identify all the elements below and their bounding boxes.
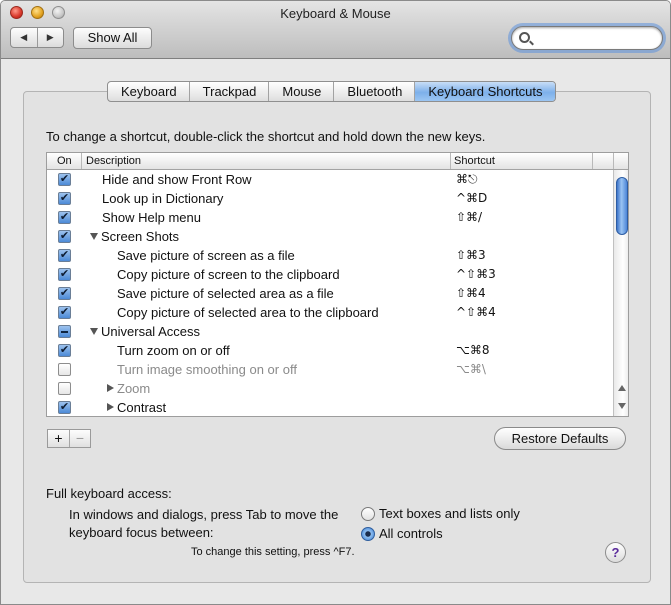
- show-all-button[interactable]: Show All: [73, 27, 152, 49]
- row-description: Hide and show Front Row: [102, 172, 252, 187]
- row-description: Screen Shots: [101, 229, 180, 244]
- forward-button[interactable]: ▶: [36, 28, 64, 47]
- search-input[interactable]: [532, 29, 658, 47]
- column-divider: [450, 153, 451, 169]
- row-description: Save picture of selected area as a file: [117, 286, 334, 301]
- row-shortcut[interactable]: ⇧⌘3: [456, 246, 486, 265]
- disclosure-closed-icon[interactable]: [107, 384, 114, 392]
- preferences-window: Keyboard & Mouse ◀ ▶ Show All Keyboard T…: [0, 0, 671, 605]
- tab-mouse[interactable]: Mouse: [268, 82, 333, 101]
- row-description: Universal Access: [101, 324, 200, 339]
- row-checkbox[interactable]: ✔: [58, 344, 71, 357]
- help-button[interactable]: ?: [605, 542, 626, 563]
- disclosure-closed-icon[interactable]: [107, 403, 114, 411]
- row-description: Copy picture of screen to the clipboard: [117, 267, 340, 282]
- keyboard-access-footnote: To change this setting, press ^F7.: [191, 546, 355, 558]
- table-row[interactable]: ✔ Copy picture of selected area to the cl…: [47, 303, 613, 322]
- table-row[interactable]: Zoom: [47, 379, 613, 398]
- row-checkbox[interactable]: ✔: [58, 211, 71, 224]
- tab-keyboard-shortcuts[interactable]: Keyboard Shortcuts: [414, 82, 555, 101]
- row-shortcut[interactable]: ⌥⌘\: [456, 360, 486, 379]
- tab-bluetooth[interactable]: Bluetooth: [333, 82, 414, 101]
- row-description: Turn image smoothing on or off: [117, 362, 297, 377]
- radio-label-all-controls[interactable]: All controls: [379, 525, 443, 543]
- back-forward-group: ◀ ▶: [10, 27, 64, 48]
- tab-trackpad[interactable]: Trackpad: [188, 82, 269, 101]
- tab-bar: Keyboard Trackpad Mouse Bluetooth Keyboa…: [107, 81, 556, 102]
- table-row[interactable]: ✔ Hide and show Front Row ⌘⎋: [47, 170, 613, 189]
- search-field[interactable]: [511, 26, 663, 50]
- row-checkbox[interactable]: ✔: [58, 249, 71, 262]
- row-checkbox[interactable]: [58, 325, 71, 338]
- back-button[interactable]: ◀: [11, 28, 37, 47]
- add-shortcut-button[interactable]: +: [48, 430, 69, 447]
- row-description: Turn zoom on or off: [117, 343, 230, 358]
- row-description: Look up in Dictionary: [102, 191, 224, 206]
- scroll-down-arrow-icon[interactable]: [618, 403, 626, 409]
- table-row[interactable]: ✔ Show Help menu ⇧⌘/: [47, 208, 613, 227]
- row-shortcut[interactable]: ⌘⎋: [456, 170, 478, 189]
- row-shortcut[interactable]: ⇧⌘/: [456, 208, 482, 227]
- row-checkbox[interactable]: ✔: [58, 230, 71, 243]
- disclosure-open-icon[interactable]: [90, 328, 98, 335]
- row-shortcut[interactable]: ⇧⌘4: [456, 284, 486, 303]
- table-header: On Description Shortcut: [47, 153, 628, 170]
- scrollbar-thumb[interactable]: [616, 177, 628, 235]
- row-shortcut[interactable]: ^⇧⌘4: [456, 303, 496, 322]
- remove-shortcut-button[interactable]: −: [69, 430, 90, 447]
- table-rows: ✔ Hide and show Front Row ⌘⎋ ✔ Look up in Di…: [47, 170, 613, 416]
- column-header-shortcut[interactable]: Shortcut: [454, 154, 495, 168]
- table-row[interactable]: ✔ Turn zoom on or off ⌥⌘8: [47, 341, 613, 360]
- tab-keyboard[interactable]: Keyboard: [108, 82, 189, 101]
- instruction-text: To change a shortcut, double-click the s…: [46, 129, 486, 144]
- row-checkbox[interactable]: ✔: [58, 173, 71, 186]
- vertical-scrollbar[interactable]: [613, 170, 628, 416]
- search-icon: [519, 32, 530, 43]
- column-divider: [613, 153, 614, 169]
- table-row[interactable]: Universal Access: [47, 322, 613, 341]
- window-title: Keyboard & Mouse: [280, 6, 391, 21]
- keyboard-access-description: In windows and dialogs, press Tab to mov…: [69, 507, 339, 540]
- row-checkbox[interactable]: [58, 363, 71, 376]
- restore-defaults-button[interactable]: Restore Defaults: [494, 427, 626, 450]
- row-checkbox[interactable]: ✔: [58, 268, 71, 281]
- row-description: Show Help menu: [102, 210, 201, 225]
- row-checkbox[interactable]: ✔: [58, 306, 71, 319]
- row-description: Contrast: [117, 400, 167, 415]
- shortcuts-table: On Description Shortcut ✔ Hide and show F…: [46, 152, 629, 417]
- row-checkbox[interactable]: ✔: [58, 287, 71, 300]
- column-divider: [81, 153, 82, 169]
- row-checkbox[interactable]: ✔: [58, 192, 71, 205]
- column-header-on[interactable]: On: [57, 154, 72, 168]
- row-checkbox[interactable]: [58, 382, 71, 395]
- title-bar: Keyboard & Mouse ◀ ▶ Show All: [1, 1, 670, 59]
- table-row[interactable]: ✔ Save picture of selected area as a file…: [47, 284, 613, 303]
- table-row[interactable]: ✔ Copy picture of screen to the clipboard…: [47, 265, 613, 284]
- row-shortcut[interactable]: ^⌘D: [456, 189, 487, 208]
- forward-arrow-icon: ▶: [46, 32, 54, 42]
- column-header-description[interactable]: Description: [86, 154, 141, 168]
- row-shortcut[interactable]: ⌥⌘8: [456, 341, 489, 360]
- radio-label-text-boxes[interactable]: Text boxes and lists only: [379, 505, 520, 523]
- keyboard-access-heading: Full keyboard access:: [46, 486, 172, 501]
- table-row[interactable]: ✔ Look up in Dictionary ^⌘D: [47, 189, 613, 208]
- table-row[interactable]: Turn image smoothing on or off ⌥⌘\: [47, 360, 613, 379]
- row-shortcut[interactable]: ^⇧⌘3: [456, 265, 496, 284]
- radio-button-text-boxes[interactable]: [361, 507, 375, 521]
- back-arrow-icon: ◀: [20, 32, 28, 42]
- table-row[interactable]: ✔ Screen Shots: [47, 227, 613, 246]
- scroll-up-arrow-icon[interactable]: [618, 385, 626, 391]
- table-row[interactable]: ✔ Save picture of screen as a file ⇧⌘3: [47, 246, 613, 265]
- table-row[interactable]: ✔ Contrast: [47, 398, 613, 416]
- row-description: Copy picture of selected area to the cli…: [117, 305, 379, 320]
- add-remove-group: + −: [47, 429, 91, 448]
- radio-button-all-controls[interactable]: [361, 527, 375, 541]
- row-description: Zoom: [117, 381, 151, 396]
- row-description: Save picture of screen as a file: [117, 248, 295, 263]
- row-checkbox[interactable]: ✔: [58, 401, 71, 414]
- disclosure-open-icon[interactable]: [90, 233, 98, 240]
- column-divider: [592, 153, 593, 169]
